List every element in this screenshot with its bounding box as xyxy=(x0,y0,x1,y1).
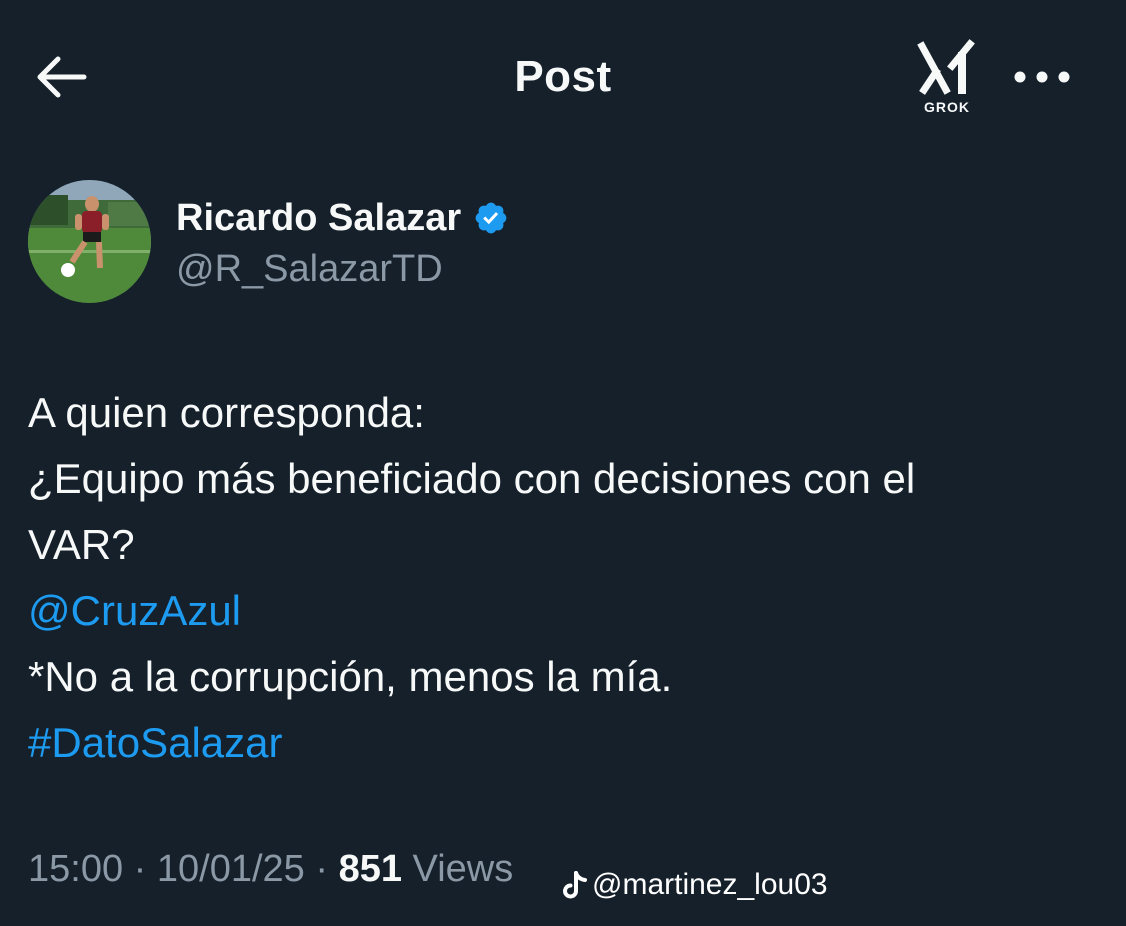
views-label: Views xyxy=(412,848,514,890)
tiktok-icon xyxy=(563,871,587,899)
watermark-handle: @martinez_lou03 xyxy=(592,868,828,901)
views-link[interactable]: 851 Views xyxy=(339,848,514,890)
views-count: 851 xyxy=(338,848,402,890)
tweet-line: A quien corresponda: xyxy=(28,389,425,436)
author-handle[interactable]: @R_SalazarTD xyxy=(176,248,443,291)
tweet-text: A quien corresponda: ¿Equipo más benefic… xyxy=(28,380,1088,776)
tweet-date: 10/01/25 xyxy=(156,848,305,890)
tweet-line: VAR? xyxy=(28,521,135,568)
author-display-name[interactable]: Ricardo Salazar xyxy=(176,197,461,240)
tweet-line: ¿Equipo más beneficiado con decisiones c… xyxy=(28,455,916,502)
top-bar: Post GROK xyxy=(0,0,1126,150)
tweet-line: *No a la corrupción, menos la mía. xyxy=(28,653,673,700)
hashtag-link[interactable]: #DatoSalazar xyxy=(28,719,282,766)
meta-separator: · xyxy=(315,848,329,890)
tweet-meta: 15:00 · 10/01/25 · 851 Views xyxy=(28,848,513,891)
mention-link[interactable]: @CruzAzul xyxy=(28,587,241,634)
more-options-button[interactable] xyxy=(1010,60,1074,94)
meta-separator: · xyxy=(133,848,147,890)
tiktok-watermark: @martinez_lou03 xyxy=(562,868,828,902)
grok-button[interactable]: GROK xyxy=(912,38,982,120)
author-name-row: Ricardo Salazar xyxy=(176,193,509,243)
avatar[interactable] xyxy=(28,180,151,303)
avatar-photo xyxy=(28,180,151,303)
verified-badge-icon xyxy=(475,202,507,234)
tweet-time: 15:00 xyxy=(28,848,124,890)
grok-label: GROK xyxy=(924,99,970,115)
more-horizontal-icon xyxy=(1014,71,1070,83)
grok-logo-icon xyxy=(917,39,975,95)
